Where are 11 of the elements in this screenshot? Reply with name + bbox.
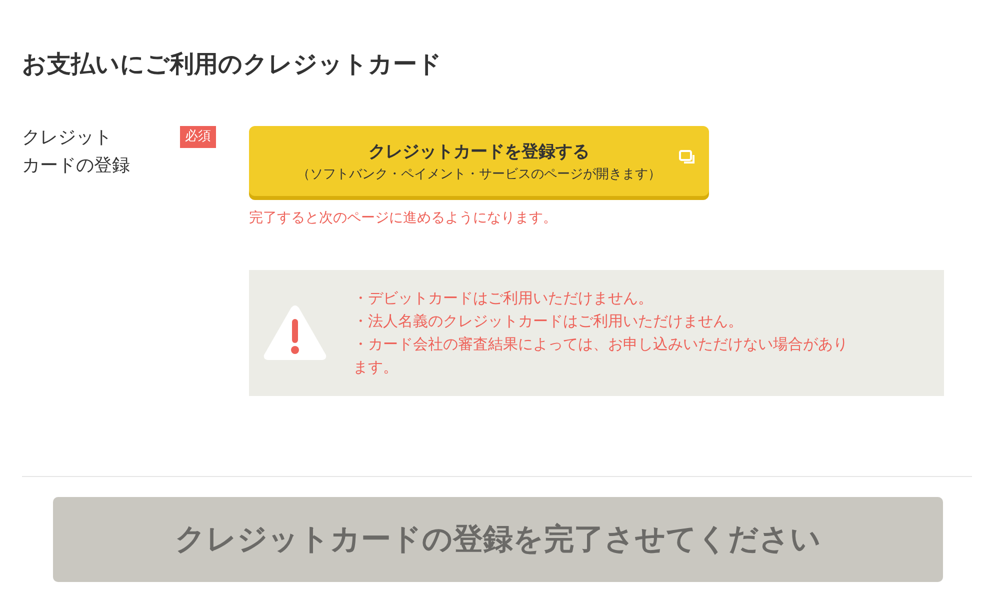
field-label: クレジット	[22, 126, 112, 150]
notice-text: ・法人名義のクレジットカードはご利用いただけません。	[353, 311, 744, 332]
register-card-button[interactable]: クレジットカードを登録する （ソフトバンク・ペイメント・サービスのページが開きます）	[249, 126, 709, 196]
section-heading: お支払いにご利用のクレジットカード	[22, 49, 443, 80]
hint-text: 完了すると次のページに進めるようになります。	[249, 209, 558, 228]
warning-icon	[263, 305, 327, 361]
required-badge: 必須	[180, 126, 216, 148]
field-label: カードの登録	[22, 154, 130, 178]
notice-text: ・カード会社の審査結果によっては、お申し込みいただけない場合があります。	[353, 334, 849, 378]
notice-text: ・デビットカードはご利用いただけません。	[353, 288, 654, 309]
new-window-icon	[679, 150, 695, 164]
